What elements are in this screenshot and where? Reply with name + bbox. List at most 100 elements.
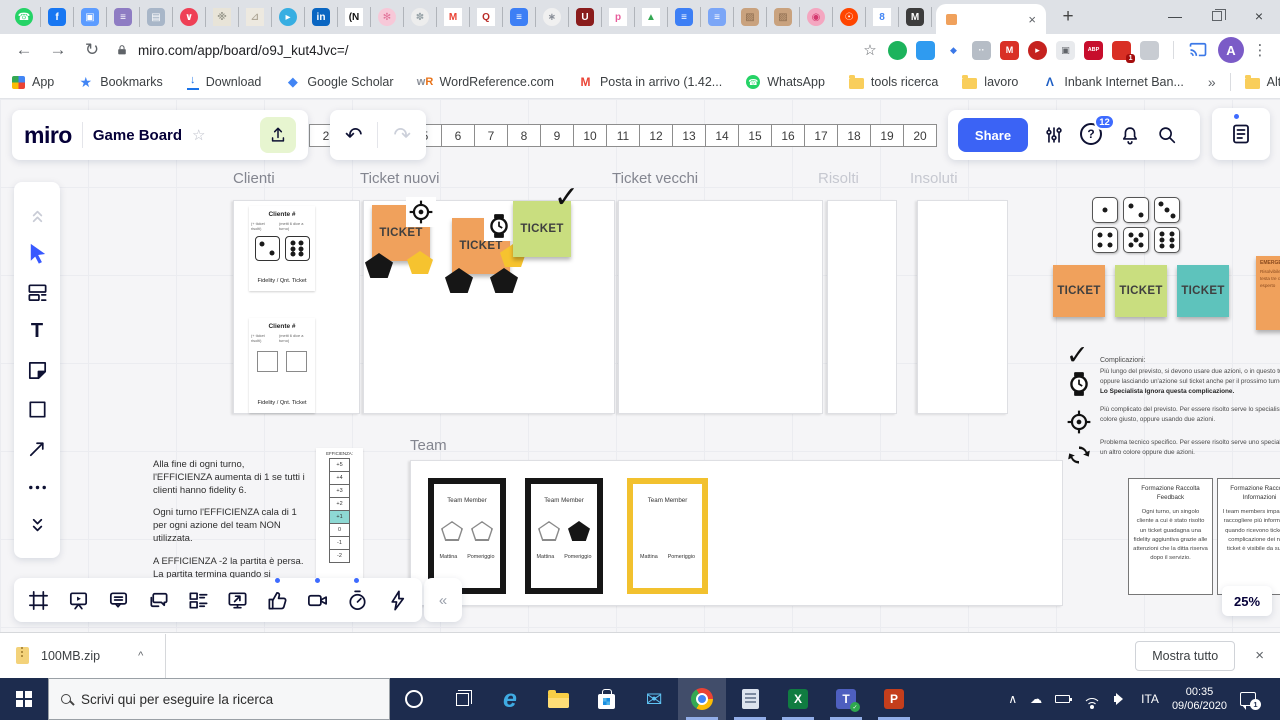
bookmark-item[interactable]: Inbank Internet Ban... [1042, 75, 1184, 90]
close-window-button[interactable]: × [1238, 0, 1280, 32]
sticky-emergenza[interactable]: EMERGENZA Risolvibile usando un'azione a… [1256, 256, 1280, 330]
frame-risolti[interactable] [827, 200, 897, 414]
start-button[interactable] [0, 678, 48, 720]
track-cell[interactable]: 14 [705, 124, 739, 147]
share-button[interactable]: Share [958, 118, 1028, 152]
teams[interactable]: T [822, 678, 870, 720]
battery-icon[interactable] [1055, 695, 1070, 703]
notes-panel-button[interactable] [1212, 108, 1270, 160]
pinned-tab[interactable]: ≡ [503, 7, 536, 27]
extension-icon[interactable] [888, 41, 907, 60]
file-explorer[interactable] [534, 678, 582, 720]
bookmark-item[interactable]: tools ricerca [849, 75, 938, 89]
show-all-downloads-button[interactable]: Mostra tutto [1135, 641, 1235, 671]
training-card[interactable]: Formazione Raccolta Feedback Ogni turno,… [1128, 478, 1213, 595]
cortana[interactable] [390, 678, 438, 720]
pinned-tab[interactable]: ∗ [536, 7, 569, 27]
language-indicator[interactable]: ITA [1141, 692, 1159, 706]
video-chat-icon[interactable] [303, 585, 333, 615]
miro-canvas[interactable]: 234567891011121314151617181920 Clienti T… [0, 99, 1280, 632]
check-icon[interactable]: ✓ [554, 183, 579, 213]
extension-icon[interactable]: ◆ [944, 41, 963, 60]
extension-icon[interactable]: ·· [972, 41, 991, 60]
track-cell[interactable]: 19 [870, 124, 904, 147]
toolbar-expand-icon[interactable] [24, 513, 50, 539]
presentation-mode-icon[interactable] [64, 585, 94, 615]
scale-cell[interactable]: +4 [329, 471, 350, 485]
extension-icon[interactable]: M [1000, 41, 1019, 60]
help-button[interactable]: ? 12 [1080, 123, 1104, 147]
scale-cell[interactable]: +2 [329, 497, 350, 511]
scale-cell[interactable]: +3 [329, 484, 350, 498]
bookmark-item[interactable]: Download [187, 75, 262, 90]
cliente-card-1[interactable]: Cliente # (+ ticket risolti)(metti 6 dic… [249, 206, 315, 291]
training-card[interactable]: Formazione Raccolta Informazioni I team … [1217, 478, 1280, 595]
track-cell[interactable]: 7 [474, 124, 508, 147]
pinned-tab[interactable]: M [437, 7, 470, 27]
edge[interactable]: e [486, 678, 534, 720]
collapse-toolbar-button[interactable]: « [424, 578, 462, 622]
undo-button[interactable]: ↶ [345, 123, 363, 148]
mail[interactable]: ✉ [630, 678, 678, 720]
team-member-card[interactable]: Team Member MattinaPomeriggio [627, 478, 708, 594]
search-icon[interactable] [1156, 124, 1178, 146]
track-cell[interactable]: 15 [738, 124, 772, 147]
scale-cell[interactable]: -1 [329, 536, 350, 550]
miro-logo[interactable]: miro [24, 122, 72, 149]
pinned-tab[interactable]: M [899, 7, 932, 27]
timer-icon[interactable] [342, 585, 372, 615]
sticky-ticket-orange[interactable]: TICKET [1053, 265, 1105, 317]
reload-button[interactable]: ↻ [78, 36, 106, 64]
activity-icon[interactable] [382, 585, 412, 615]
sticky-ticket-3[interactable]: TICKET ✓ [513, 201, 571, 257]
new-tab-button[interactable]: + [1054, 3, 1082, 31]
pinned-tab[interactable]: ※ [206, 7, 239, 27]
redo-button[interactable]: ↷ [393, 123, 411, 148]
wifi-icon[interactable] [1083, 693, 1101, 706]
store[interactable] [582, 678, 630, 720]
select-tool-icon[interactable] [24, 240, 50, 266]
die[interactable] [1092, 227, 1118, 253]
cast-icon[interactable] [1184, 36, 1212, 64]
team-member-card[interactable]: Team Member MattinaPomeriggio [428, 478, 506, 594]
browser-menu-icon[interactable]: ⋮ [1250, 41, 1270, 59]
sticky-ticket-green[interactable]: TICKET [1115, 265, 1167, 317]
track-cell[interactable]: 13 [672, 124, 706, 147]
excel[interactable]: X [774, 678, 822, 720]
track-cell[interactable]: 11 [606, 124, 640, 147]
track-cell[interactable]: 20 [903, 124, 937, 147]
volume-icon[interactable] [1114, 693, 1128, 705]
bookmarks-overflow-icon[interactable]: » [1208, 74, 1216, 90]
pinned-tab[interactable]: (N [338, 7, 371, 27]
cards-panel-icon[interactable] [183, 585, 213, 615]
pinned-tab[interactable]: U [569, 7, 602, 27]
pinned-tab[interactable]: p [602, 7, 635, 27]
back-button[interactable]: ← [10, 36, 38, 64]
pinned-tab[interactable]: ▲ [635, 7, 668, 27]
frame-team[interactable] [410, 460, 1063, 606]
sticky-note-tool-icon[interactable] [24, 357, 50, 383]
comments-panel-icon[interactable] [103, 585, 133, 615]
download-item[interactable]: 100MB.zip ^ [16, 647, 143, 664]
bookmark-item[interactable]: WordReference.com [418, 75, 554, 90]
pinned-tab[interactable]: 8 [866, 7, 899, 27]
pinned-tab[interactable]: ▨ [734, 7, 767, 27]
track-cell[interactable]: 6 [441, 124, 475, 147]
zoom-level[interactable]: 25% [1222, 586, 1272, 616]
pinned-tab[interactable]: ⊿ [239, 7, 272, 27]
extension-icon[interactable] [1112, 41, 1131, 60]
pinned-tab[interactable]: ▸ [272, 7, 305, 27]
taskbar-search[interactable]: Scrivi qui per eseguire la ricerca [48, 678, 390, 720]
track-cell[interactable]: 18 [837, 124, 871, 147]
forward-button[interactable]: → [44, 36, 72, 64]
bookmark-item[interactable]: WhatsApp [746, 75, 825, 89]
notepad[interactable] [726, 678, 774, 720]
track-cell[interactable]: 9 [540, 124, 574, 147]
extension-icon[interactable] [916, 41, 935, 60]
templates-tool-icon[interactable] [24, 279, 50, 305]
track-cell[interactable]: 12 [639, 124, 673, 147]
extension-icon[interactable]: ▣ [1056, 41, 1075, 60]
die[interactable] [1154, 197, 1180, 223]
yellow-pentagon[interactable] [407, 251, 433, 274]
voting-icon[interactable] [263, 585, 293, 615]
